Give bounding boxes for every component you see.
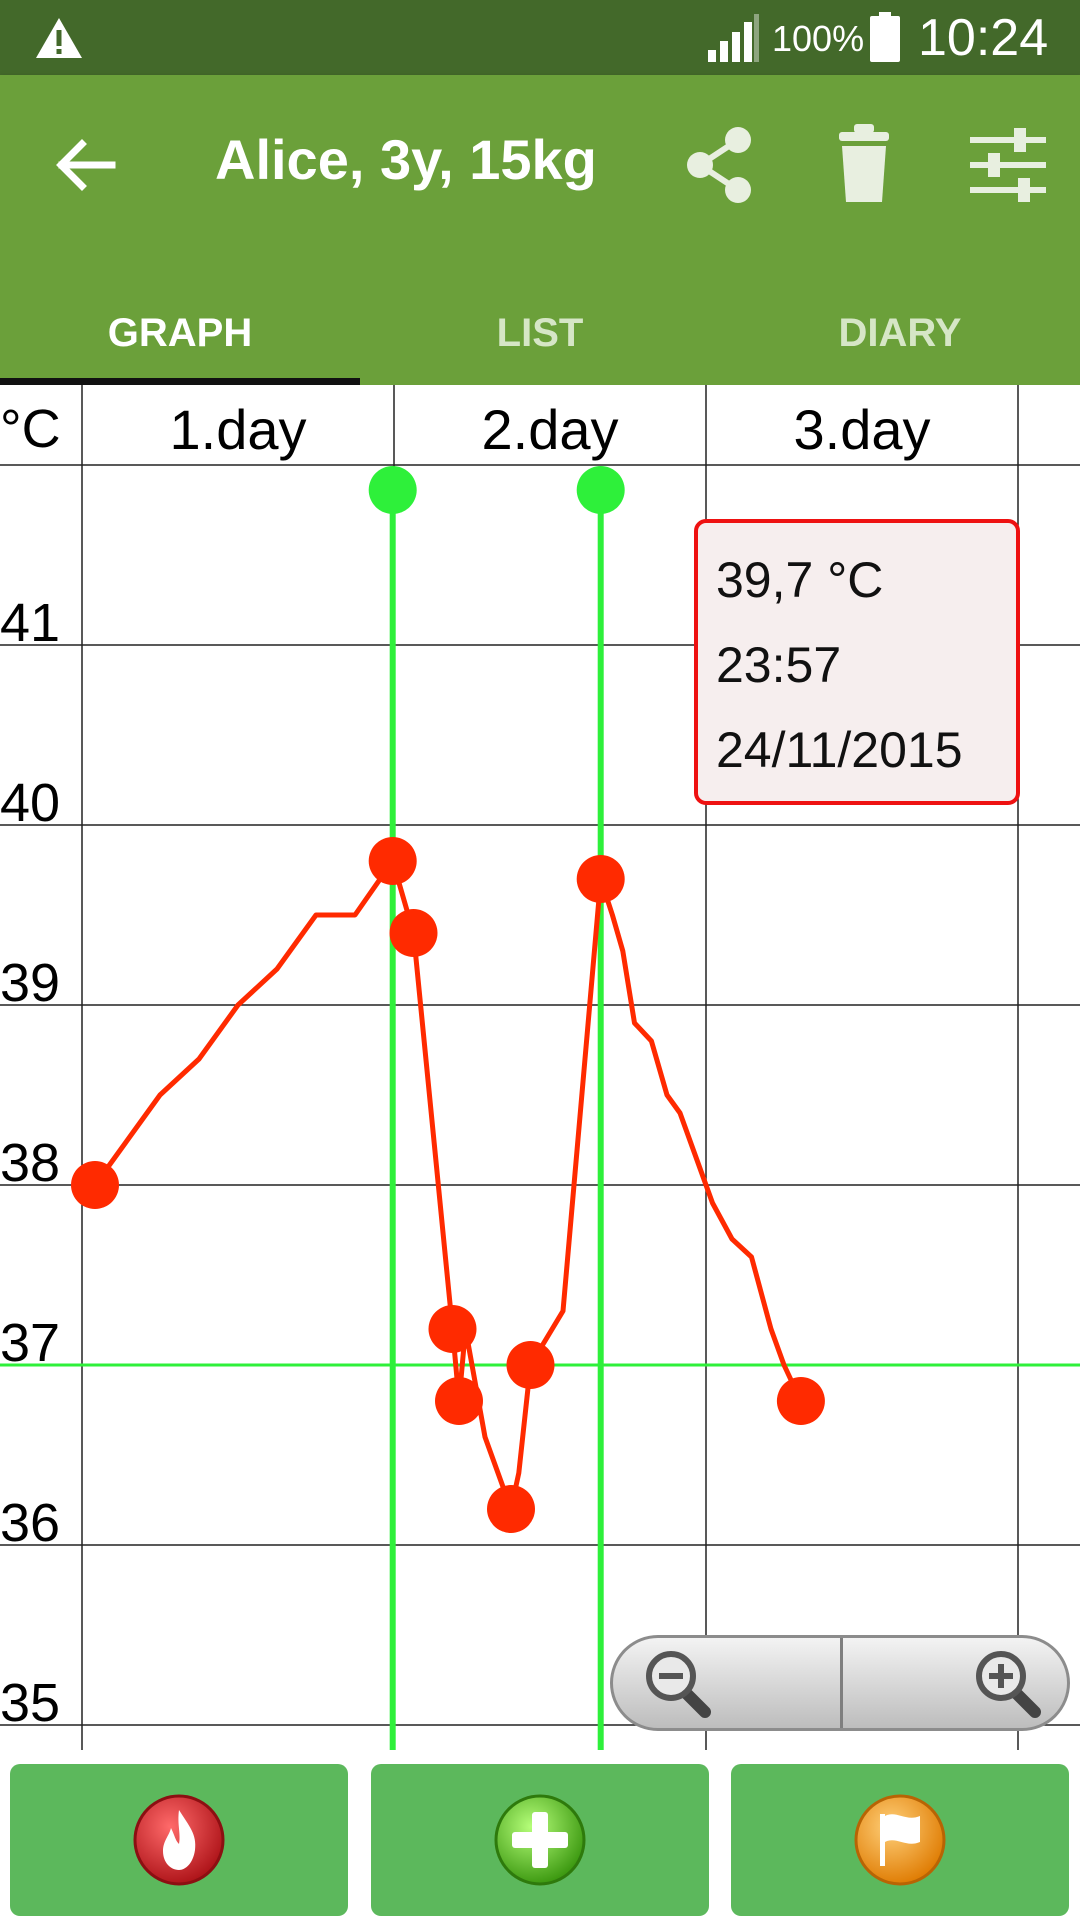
x-day-label: 3.day <box>794 398 931 461</box>
y-tick-label: 39 <box>0 953 60 1013</box>
y-tick-label: 36 <box>0 1493 60 1553</box>
data-point[interactable] <box>368 837 417 885</box>
battery-percent: 100% <box>772 18 865 59</box>
x-day-label: 1.day <box>170 398 307 461</box>
status-bar: 100% 10:24 <box>0 0 1080 75</box>
zoom-out-button[interactable] <box>613 1638 840 1728</box>
data-point[interactable] <box>428 1305 477 1353</box>
data-point[interactable] <box>389 909 438 957</box>
flag-icon <box>854 1794 946 1886</box>
data-point[interactable] <box>71 1161 119 1209</box>
warning-icon <box>36 18 82 58</box>
share-icon[interactable] <box>680 120 760 210</box>
arrow-left-icon[interactable] <box>50 130 120 200</box>
temperature-chart[interactable]: °C414039383736351.day 2.day 3.day39,7 °C23… <box>0 385 1080 1750</box>
data-point[interactable] <box>435 1377 483 1425</box>
selection-marker-handle[interactable] <box>368 466 417 514</box>
y-unit-label: °C <box>0 399 61 459</box>
tab-bar: GRAPH LIST DIARY <box>0 275 1080 385</box>
tooltip-line: 23:57 <box>716 637 841 693</box>
y-tick-label: 41 <box>0 593 60 653</box>
zoom-in-icon <box>976 1651 1041 1718</box>
tooltip-line: 24/11/2015 <box>716 722 963 778</box>
page-title: Alice, 3y, 15kg <box>215 128 597 191</box>
x-day-label: 2.day <box>482 398 619 461</box>
zoom-in-button[interactable] <box>843 1638 1070 1728</box>
y-tick-label: 35 <box>0 1673 60 1733</box>
data-point[interactable] <box>487 1485 535 1533</box>
y-tick-label: 40 <box>0 773 60 833</box>
sliders-icon[interactable] <box>968 120 1048 210</box>
app-bar: Alice, 3y, 15kg GRAPH LIST DIARY <box>0 75 1080 385</box>
tooltip-line: 39,7 °C <box>716 552 883 608</box>
battery-icon <box>870 12 900 62</box>
tab-diary[interactable]: DIARY <box>720 275 1080 385</box>
plus-icon <box>494 1794 586 1886</box>
add-fever-button[interactable] <box>10 1764 348 1916</box>
tab-indicator <box>0 378 360 385</box>
data-point[interactable] <box>576 855 625 903</box>
flame-icon <box>133 1794 225 1886</box>
signal-icon <box>708 14 759 62</box>
zoom-out-icon <box>646 1651 711 1718</box>
tab-list[interactable]: LIST <box>360 275 720 385</box>
data-point[interactable] <box>776 1377 825 1425</box>
zoom-control <box>610 1635 1070 1731</box>
selection-marker-handle[interactable] <box>576 466 625 514</box>
y-tick-label: 38 <box>0 1133 60 1193</box>
tab-graph[interactable]: GRAPH <box>0 275 360 385</box>
add-event-button[interactable] <box>731 1764 1069 1916</box>
trash-icon[interactable] <box>824 120 904 210</box>
clock: 10:24 <box>918 9 1049 67</box>
data-point[interactable] <box>506 1341 555 1389</box>
add-measurement-button[interactable] <box>371 1764 709 1916</box>
